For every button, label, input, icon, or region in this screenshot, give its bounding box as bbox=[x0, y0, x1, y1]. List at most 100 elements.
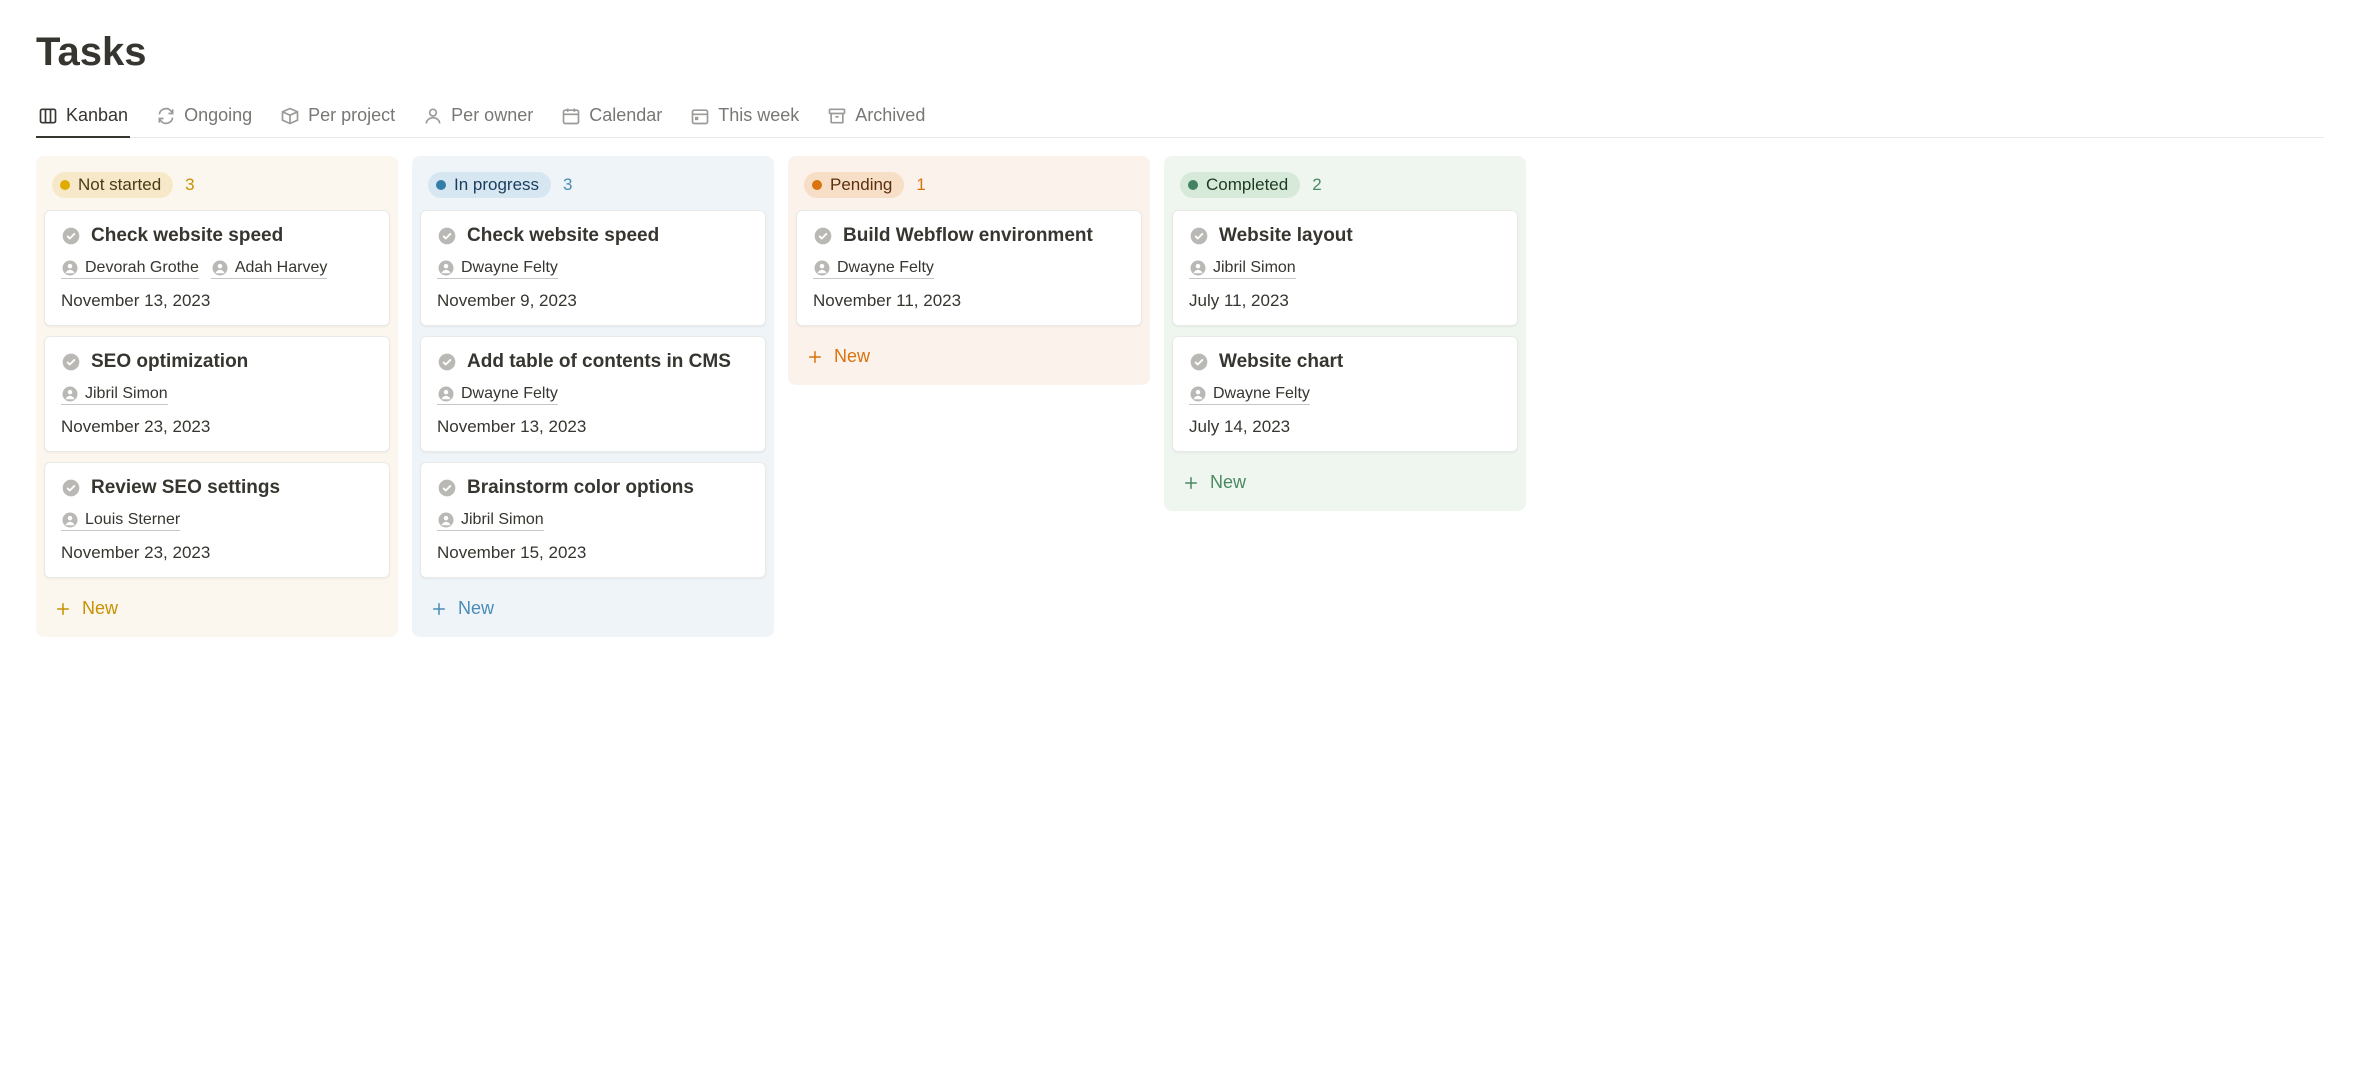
assignee-list: Dwayne Felty bbox=[437, 259, 749, 279]
kanban-board: Not started 3 Check website speed Devora… bbox=[36, 156, 2324, 637]
card-date: November 15, 2023 bbox=[437, 543, 749, 563]
tab-label: Archived bbox=[855, 105, 925, 126]
task-card[interactable]: Build Webflow environment Dwayne Felty N… bbox=[796, 210, 1142, 326]
person-icon bbox=[813, 259, 831, 277]
assignee-name: Devorah Grothe bbox=[85, 259, 199, 277]
new-label: New bbox=[458, 598, 494, 619]
status-dot-icon bbox=[436, 180, 446, 190]
card-title: Website layout bbox=[1219, 225, 1353, 247]
checkmark-icon bbox=[813, 226, 833, 246]
card-title: Check website speed bbox=[91, 225, 283, 247]
column-count: 3 bbox=[563, 175, 572, 195]
assignee-list: Devorah Grothe Adah Harvey bbox=[61, 259, 373, 279]
new-card-button[interactable]: New bbox=[420, 588, 766, 623]
card-title: Build Webflow environment bbox=[843, 225, 1093, 247]
assignee-chip[interactable]: Dwayne Felty bbox=[1189, 385, 1310, 405]
box-icon bbox=[280, 106, 300, 126]
tab-per-owner[interactable]: Per owner bbox=[421, 99, 535, 138]
new-label: New bbox=[834, 346, 870, 367]
status-label: Not started bbox=[78, 175, 161, 195]
task-card[interactable]: Add table of contents in CMS Dwayne Felt… bbox=[420, 336, 766, 452]
assignee-chip[interactable]: Adah Harvey bbox=[211, 259, 328, 279]
assignee-chip[interactable]: Dwayne Felty bbox=[437, 259, 558, 279]
card-title: Review SEO settings bbox=[91, 477, 280, 499]
plus-icon bbox=[806, 348, 824, 366]
person-icon bbox=[437, 511, 455, 529]
card-date: July 14, 2023 bbox=[1189, 417, 1501, 437]
tab-kanban[interactable]: Kanban bbox=[36, 99, 130, 138]
assignee-name: Dwayne Felty bbox=[837, 259, 934, 277]
card-date: November 9, 2023 bbox=[437, 291, 749, 311]
person-icon bbox=[1189, 259, 1207, 277]
card-date: November 11, 2023 bbox=[813, 291, 1125, 311]
tab-label: This week bbox=[718, 105, 799, 126]
status-pill-notstarted[interactable]: Not started bbox=[52, 172, 173, 198]
assignee-chip[interactable]: Jibril Simon bbox=[437, 511, 544, 531]
assignee-name: Louis Sterner bbox=[85, 511, 180, 529]
status-label: Pending bbox=[830, 175, 892, 195]
card-date: November 13, 2023 bbox=[61, 291, 373, 311]
tab-per-project[interactable]: Per project bbox=[278, 99, 397, 138]
new-card-button[interactable]: New bbox=[796, 336, 1142, 371]
checkmark-icon bbox=[437, 226, 457, 246]
new-card-button[interactable]: New bbox=[1172, 462, 1518, 497]
assignee-list: Jibril Simon bbox=[437, 511, 749, 531]
assignee-chip[interactable]: Louis Sterner bbox=[61, 511, 180, 531]
assignee-name: Dwayne Felty bbox=[461, 259, 558, 277]
checkmark-icon bbox=[1189, 226, 1209, 246]
column-notstarted: Not started 3 Check website speed Devora… bbox=[36, 156, 398, 637]
status-pill-completed[interactable]: Completed bbox=[1180, 172, 1300, 198]
status-dot-icon bbox=[812, 180, 822, 190]
assignee-chip[interactable]: Devorah Grothe bbox=[61, 259, 199, 279]
task-card[interactable]: Review SEO settings Louis Sterner Novemb… bbox=[44, 462, 390, 578]
task-card[interactable]: Check website speed Dwayne Felty Novembe… bbox=[420, 210, 766, 326]
assignee-list: Jibril Simon bbox=[1189, 259, 1501, 279]
person-icon bbox=[61, 385, 79, 403]
task-card[interactable]: SEO optimization Jibril Simon November 2… bbox=[44, 336, 390, 452]
column-inprogress: In progress 3 Check website speed Dwayne… bbox=[412, 156, 774, 637]
plus-icon bbox=[54, 600, 72, 618]
assignee-chip[interactable]: Jibril Simon bbox=[61, 385, 168, 405]
task-card[interactable]: Website chart Dwayne Felty July 14, 2023 bbox=[1172, 336, 1518, 452]
tab-label: Per owner bbox=[451, 105, 533, 126]
person-icon bbox=[437, 259, 455, 277]
card-title-row: Brainstorm color options bbox=[437, 477, 749, 499]
checkmark-icon bbox=[1189, 352, 1209, 372]
week-icon bbox=[690, 106, 710, 126]
plus-icon bbox=[1182, 474, 1200, 492]
card-title: Add table of contents in CMS bbox=[467, 351, 731, 373]
new-label: New bbox=[1210, 472, 1246, 493]
tab-label: Per project bbox=[308, 105, 395, 126]
checkmark-icon bbox=[437, 352, 457, 372]
assignee-chip[interactable]: Dwayne Felty bbox=[813, 259, 934, 279]
status-pill-inprogress[interactable]: In progress bbox=[428, 172, 551, 198]
assignee-chip[interactable]: Dwayne Felty bbox=[437, 385, 558, 405]
person-icon bbox=[1189, 385, 1207, 403]
status-label: Completed bbox=[1206, 175, 1288, 195]
tab-this-week[interactable]: This week bbox=[688, 99, 801, 138]
tab-label: Calendar bbox=[589, 105, 662, 126]
board-icon bbox=[38, 106, 58, 126]
tab-archived[interactable]: Archived bbox=[825, 99, 927, 138]
tab-calendar[interactable]: Calendar bbox=[559, 99, 664, 138]
assignee-chip[interactable]: Jibril Simon bbox=[1189, 259, 1296, 279]
status-label: In progress bbox=[454, 175, 539, 195]
new-card-button[interactable]: New bbox=[44, 588, 390, 623]
column-count: 2 bbox=[1312, 175, 1321, 195]
column-count: 1 bbox=[916, 175, 925, 195]
tab-ongoing[interactable]: Ongoing bbox=[154, 99, 254, 138]
checkmark-icon bbox=[61, 226, 81, 246]
person-icon bbox=[423, 106, 443, 126]
task-card[interactable]: Website layout Jibril Simon July 11, 202… bbox=[1172, 210, 1518, 326]
task-card[interactable]: Check website speed Devorah Grothe Adah … bbox=[44, 210, 390, 326]
card-title-row: SEO optimization bbox=[61, 351, 373, 373]
card-title: Check website speed bbox=[467, 225, 659, 247]
task-card[interactable]: Brainstorm color options Jibril Simon No… bbox=[420, 462, 766, 578]
card-date: November 23, 2023 bbox=[61, 417, 373, 437]
status-pill-pending[interactable]: Pending bbox=[804, 172, 904, 198]
column-completed: Completed 2 Website layout Jibril Simon … bbox=[1164, 156, 1526, 511]
card-title: SEO optimization bbox=[91, 351, 248, 373]
assignee-list: Louis Sterner bbox=[61, 511, 373, 531]
card-date: July 11, 2023 bbox=[1189, 291, 1501, 311]
card-title-row: Review SEO settings bbox=[61, 477, 373, 499]
